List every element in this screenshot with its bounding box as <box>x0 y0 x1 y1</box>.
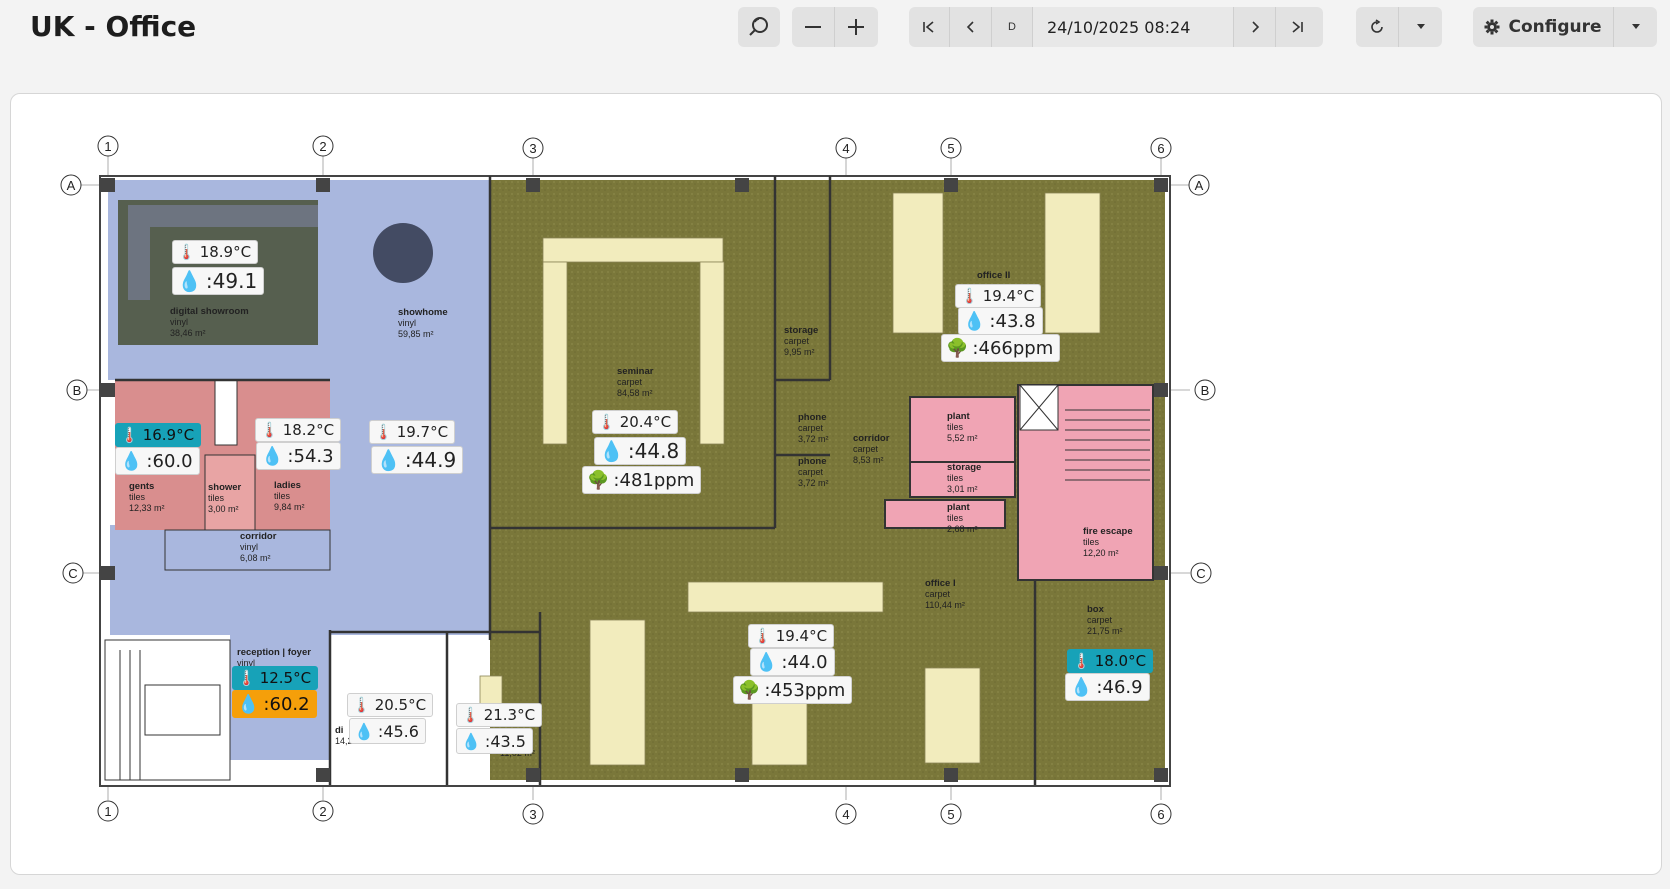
grid-col-label: 3 <box>529 141 536 156</box>
grid-col-label: 3 <box>529 807 536 822</box>
humidity-reading[interactable]: 💧:43.5 <box>456 728 533 754</box>
room-label: corridor vinyl 6,08 m² <box>240 531 277 563</box>
temperature-reading[interactable]: 🌡️ 19.4°C <box>955 284 1042 308</box>
humidity-reading[interactable]: 💧:54.3 <box>256 442 341 470</box>
humidity-reading[interactable]: 💧:46.9 <box>1065 673 1150 701</box>
room-label: gents tiles 12,33 m² <box>129 481 165 513</box>
droplet-icon: 💧 <box>599 439 624 463</box>
grid-row-label: C <box>1196 566 1205 581</box>
grid-col-label: 5 <box>947 141 954 156</box>
thermometer-icon: 🌡️ <box>352 696 371 714</box>
temperature-reading[interactable]: 🌡️ 12.5°C <box>232 666 319 690</box>
thermometer-icon: 🌡️ <box>461 706 480 724</box>
thermometer-icon: 🌡️ <box>597 413 616 431</box>
temperature-reading[interactable]: 🌡️ 16.9°C <box>115 423 202 447</box>
room-label: box carpet 21,75 m² <box>1087 604 1123 636</box>
droplet-icon: 💧 <box>1070 676 1093 698</box>
droplet-icon: 💧 <box>177 269 202 293</box>
room-label: phone carpet 3,72 m² <box>798 412 829 444</box>
grid-col-label: 1 <box>104 139 111 154</box>
thermometer-icon: 🌡️ <box>237 669 256 687</box>
humidity-reading[interactable]: 💧:44.0 <box>750 648 835 676</box>
temperature-reading[interactable]: 🌡️ 20.5°C <box>347 693 434 717</box>
room-label: plant tiles 2,68 m² <box>947 502 978 534</box>
room-label: seminar carpet 84,58 m² <box>617 366 654 398</box>
temperature-reading[interactable]: 🌡️ 19.4°C <box>748 624 835 648</box>
grid-row-label: A <box>67 178 76 193</box>
droplet-icon: 💧 <box>461 731 481 751</box>
room-label: phone carpet 3,72 m² <box>798 456 829 488</box>
room-label: office II <box>977 270 1011 281</box>
thermometer-icon: 🌡️ <box>374 423 393 441</box>
room-label: plant tiles 5,52 m² <box>947 411 978 443</box>
humidity-reading[interactable]: 💧:44.8 <box>594 437 687 465</box>
room-label: shower tiles 3,00 m² <box>208 482 242 514</box>
co2-reading[interactable]: 🌳:481ppm <box>582 466 702 494</box>
grid-col-label: 4 <box>842 807 849 822</box>
grid-col-label: 1 <box>104 804 111 819</box>
temperature-reading[interactable]: 🌡️ 19.7°C <box>369 420 456 444</box>
grid-col-label: 6 <box>1157 141 1164 156</box>
droplet-icon: 💧 <box>237 693 260 715</box>
humidity-reading[interactable]: 💧:44.9 <box>371 446 464 474</box>
floorplan-drawing[interactable]: 1 2 3 4 5 6 1 2 3 4 5 6 A B C A B C <box>0 0 1670 889</box>
grid-col-label: 5 <box>947 807 954 822</box>
temperature-reading[interactable]: 🌡️ 18.2°C <box>255 418 342 442</box>
droplet-icon: 💧 <box>120 450 143 472</box>
thermometer-icon: 🌡️ <box>960 287 979 305</box>
droplet-icon: 💧 <box>261 445 284 467</box>
tree-icon: 🌳 <box>946 337 969 359</box>
grid-col-label: 6 <box>1157 807 1164 822</box>
thermometer-icon: 🌡️ <box>177 243 196 261</box>
grid-row-label: C <box>68 566 77 581</box>
humidity-reading[interactable]: 💧:43.8 <box>958 307 1043 335</box>
humidity-reading[interactable]: 💧:60.2 <box>232 690 317 718</box>
thermometer-icon: 🌡️ <box>1072 652 1091 670</box>
temperature-reading[interactable]: 🌡️ 18.0°C <box>1067 649 1154 673</box>
tree-icon: 🌳 <box>738 679 761 701</box>
grid-col-label: 2 <box>319 804 326 819</box>
humidity-reading[interactable]: 💧:45.6 <box>349 718 426 744</box>
temperature-reading[interactable]: 🌡️ 18.9°C <box>172 240 259 264</box>
humidity-reading[interactable]: 💧:49.1 <box>172 267 265 295</box>
thermometer-icon: 🌡️ <box>260 421 279 439</box>
droplet-icon: 💧 <box>963 310 986 332</box>
thermometer-icon: 🌡️ <box>753 627 772 645</box>
room-label: storage carpet 9,95 m² <box>784 325 819 357</box>
room-label: corridor carpet 8,53 m² <box>853 433 890 465</box>
droplet-icon: 💧 <box>376 448 401 472</box>
room-label: fire escape tiles 12,20 m² <box>1083 526 1133 558</box>
grid-row-label: B <box>1201 383 1210 398</box>
co2-reading[interactable]: 🌳:453ppm <box>733 676 853 704</box>
grid-col-label: 2 <box>319 139 326 154</box>
grid-row-label: B <box>73 383 82 398</box>
room-label: showhome vinyl 59,85 m² <box>398 307 448 339</box>
grid-row-label: A <box>1195 178 1204 193</box>
temperature-reading[interactable]: 🌡️ 20.4°C <box>592 410 679 434</box>
room-label: office Icarpet 110,44 m² <box>925 578 965 610</box>
room-label: storage tiles 3,01 m² <box>947 462 982 494</box>
temperature-reading[interactable]: 🌡️ 21.3°C <box>456 703 543 727</box>
thermometer-icon: 🌡️ <box>120 426 139 444</box>
room-label: ladies tiles 9,84 m² <box>274 480 305 512</box>
tree-icon: 🌳 <box>587 469 610 491</box>
droplet-icon: 💧 <box>755 651 778 673</box>
grid-col-label: 4 <box>842 141 849 156</box>
humidity-reading[interactable]: 💧:60.0 <box>115 447 200 475</box>
room-label: digital showroom vinyl 38,46 m² <box>170 306 249 338</box>
co2-reading[interactable]: 🌳:466ppm <box>941 334 1061 362</box>
droplet-icon: 💧 <box>354 721 374 741</box>
